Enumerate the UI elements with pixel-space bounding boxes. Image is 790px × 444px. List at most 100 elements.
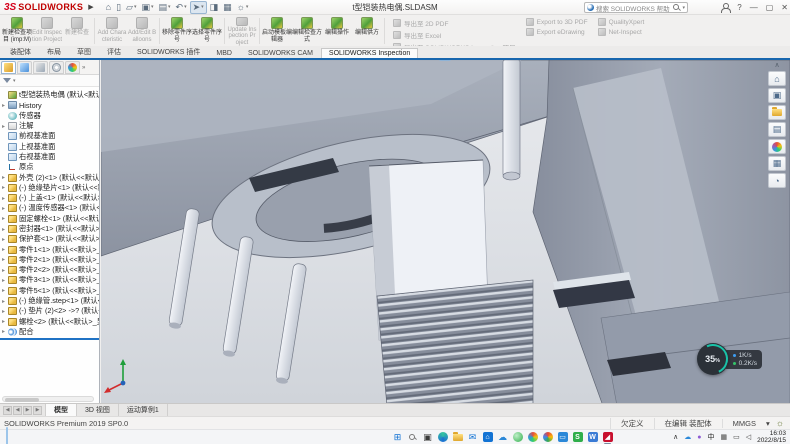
tree-item[interactable]: ▸固定螺栓<1> (默认<<默认>_显示 <box>0 214 99 224</box>
select-button[interactable]: ➤▾ <box>190 1 207 14</box>
minimize-button[interactable]: — <box>750 3 758 12</box>
cm-tab-MBD[interactable]: MBD <box>208 48 240 58</box>
tree-item[interactable]: ▸零件1<1> (默认<<默认>_显示状 <box>0 244 99 254</box>
undo-dropdown-icon[interactable]: ▾ <box>184 2 187 12</box>
tree-item[interactable]: t型铠装热电偶 (默认<默认_显示状态-1 <box>0 90 99 100</box>
tree-item[interactable]: ▸(-) 绝缘垫片<1> (默认<<默认>_显示 <box>0 183 99 193</box>
zoom-fit-icon[interactable]: ◎ <box>397 60 409 61</box>
tab-displaymanager[interactable] <box>65 61 80 74</box>
usage-percent-badge[interactable]: 35% <box>697 343 729 375</box>
mail-taskbar-button[interactable]: ✉ <box>467 432 478 443</box>
solidworks-logo[interactable]: 3S SOLIDWORKS ▶ <box>4 2 94 13</box>
tree-item[interactable]: 前视基准面 <box>0 131 99 141</box>
help-search-box[interactable]: 搜索 SOLIDWORKS 帮助 ▾ <box>584 2 688 13</box>
security-ball-icon[interactable]: ● <box>697 434 701 441</box>
tree-item[interactable]: ▸(-) 绝缘管.step<1> (默认<<默认> <box>0 296 99 306</box>
tree-horizontal-scrollbar[interactable] <box>2 396 94 402</box>
tree-item[interactable]: ▸(-) 温度传感器<1> (默认<<默认>_ <box>0 203 99 213</box>
search-input[interactable]: 搜索 SOLIDWORKS 帮助 <box>596 3 671 13</box>
tab-configurationmanager[interactable] <box>33 61 48 74</box>
scrollbar-thumb[interactable] <box>5 398 39 402</box>
help-button[interactable]: ? <box>737 3 741 12</box>
file-explorer-taskbar-button[interactable] <box>452 432 463 443</box>
app-s-taskbar-button[interactable]: S <box>572 432 583 443</box>
undo-button[interactable]: ↶▾ <box>174 1 189 14</box>
chrome-taskbar-button[interactable] <box>542 432 553 443</box>
open-dropdown-icon[interactable]: ▾ <box>134 2 137 12</box>
tree-item[interactable]: ▸注解 <box>0 121 99 131</box>
volume-icon[interactable]: ◁ <box>746 433 751 441</box>
rebuild-button[interactable]: ◨ <box>208 1 221 14</box>
widgets-button[interactable] <box>6 428 8 444</box>
status-units-dropdown-icon[interactable]: ▾ <box>766 419 770 428</box>
net-speed-widget[interactable]: 35% 1K/s 0.2K/s <box>697 343 762 375</box>
doc-tab-3D 视图[interactable]: 3D 视图 <box>77 404 119 416</box>
tree-item[interactable]: ▸密封器<1> (默认<<默认>_显示状 <box>0 224 99 234</box>
ime-chinese-icon[interactable]: 中 <box>707 432 714 442</box>
open-button[interactable]: ▱▾ <box>124 1 138 14</box>
apply-scene-icon[interactable]: ▭ <box>495 60 507 61</box>
select-balloons-button[interactable]: 选择零件序号 <box>192 16 222 46</box>
file-explorer-tab[interactable] <box>768 105 786 120</box>
tab-nav-arrow-icon[interactable]: ◀ <box>13 406 22 415</box>
tree-item[interactable]: ▸零件2<1> (默认<<默认>_显示状 <box>0 255 99 265</box>
browser-360-taskbar-button[interactable] <box>527 432 538 443</box>
tree-item[interactable]: ▸保护套<1> (默认<<默认>_显示状 <box>0 234 99 244</box>
doc-tab-模型[interactable]: 模型 <box>46 404 77 416</box>
display-style-icon[interactable]: ◐ <box>453 60 465 61</box>
solidworks-resources-tab[interactable]: ⌂ <box>768 71 786 86</box>
appearances-scenes-tab[interactable] <box>768 139 786 154</box>
zoom-area-icon[interactable]: ⊞ <box>411 60 423 61</box>
tree-item[interactable]: ▸螺栓<2> (默认<<默认>_显示状态 <box>0 317 99 327</box>
tree-item[interactable]: ▸(-) 上盖<1> (默认<<默认>_显示状 <box>0 193 99 203</box>
filter-dropdown-icon[interactable]: ▾ <box>13 78 16 84</box>
filter-icon[interactable] <box>3 78 11 83</box>
start-taskbar-button[interactable]: ⊞ <box>392 432 403 443</box>
store-taskbar-button[interactable]: ⌂ <box>482 432 493 443</box>
section-view-icon[interactable]: ◧ <box>425 60 437 61</box>
tree-item[interactable]: ▸零件5<1> (默认<<默认>_显示状 <box>0 286 99 296</box>
tree-item[interactable]: ▸零件3<1> (默认<<默认>_显示状 <box>0 275 99 285</box>
options-button[interactable]: ☼▾ <box>235 1 251 14</box>
save-button[interactable]: ▣▾ <box>139 1 155 14</box>
search-icon[interactable] <box>673 4 680 11</box>
cm-tab-装配体[interactable]: 装配体 <box>2 45 39 58</box>
tree-item[interactable]: ▸零件2<2> (默认<<默认>_显示状 <box>0 265 99 275</box>
options-dropdown-icon[interactable]: ▾ <box>246 2 249 12</box>
print-button[interactable]: ▤▾ <box>156 1 172 14</box>
tree-item[interactable]: 传感器 <box>0 111 99 121</box>
restore-button[interactable]: ▢ <box>766 3 774 12</box>
display-settings-button[interactable]: ▦ <box>221 1 234 14</box>
taskbar-clock[interactable]: 16:032022/8/15 <box>757 430 786 444</box>
new-document-button[interactable]: ▯ <box>114 1 123 14</box>
design-library-tab[interactable]: ▣ <box>768 88 786 103</box>
cm-tab-SOLIDWORKS 插件[interactable]: SOLIDWORKS 插件 <box>129 45 208 58</box>
tree-item[interactable]: 原点 <box>0 162 99 172</box>
tab-dimxpertmanager[interactable] <box>49 61 64 74</box>
home-button[interactable]: ⌂ <box>104 1 113 14</box>
tree-item[interactable]: 右视基准面 <box>0 152 99 162</box>
antivirus-360-taskbar-button[interactable] <box>512 432 523 443</box>
print-dropdown-icon[interactable]: ▾ <box>168 2 171 12</box>
cm-tab-SOLIDWORKS Inspection[interactable]: SOLIDWORKS Inspection <box>321 48 418 58</box>
edit-operations-button[interactable]: 编辑操作 <box>322 16 352 46</box>
save-dropdown-icon[interactable]: ▾ <box>151 2 154 12</box>
tab-nav-arrow-icon[interactable]: ▶ <box>33 406 42 415</box>
solidworks-taskbar-button[interactable]: ◢ <box>602 432 613 443</box>
edit-appearance-icon[interactable] <box>481 60 493 61</box>
wps-taskbar-button[interactable]: W <box>587 432 598 443</box>
launch-template-editor-button[interactable]: 启动模板编辑器 <box>262 16 292 46</box>
view-palette-tab[interactable]: ▤ <box>768 122 786 137</box>
status-gear-icon[interactable]: ☼ <box>776 418 784 428</box>
hide-show-items-icon[interactable]: ◉ <box>467 60 479 61</box>
edit-methods-button[interactable]: 编辑检查方式 <box>292 16 322 46</box>
menu-flyout-arrow-icon[interactable]: ▶ <box>88 3 93 11</box>
login-user-icon[interactable] <box>721 3 729 12</box>
cloud-app-taskbar-button[interactable]: ☁ <box>497 432 508 443</box>
tree-item[interactable]: ▸配合 <box>0 327 99 337</box>
onedrive-icon[interactable]: ☁ <box>684 433 691 441</box>
tree-item[interactable]: 上视基准面 <box>0 141 99 151</box>
view-orientation-icon[interactable]: ▣ <box>439 60 451 61</box>
graphics-viewport[interactable]: ◎⊞◧▣◐◉▭▾ ▫▫—▢✕ ∧ ⌂▣▤▦◔ 35% 1K/s 0.2K/s <box>101 60 790 403</box>
close-button[interactable]: ✕ <box>781 3 788 12</box>
